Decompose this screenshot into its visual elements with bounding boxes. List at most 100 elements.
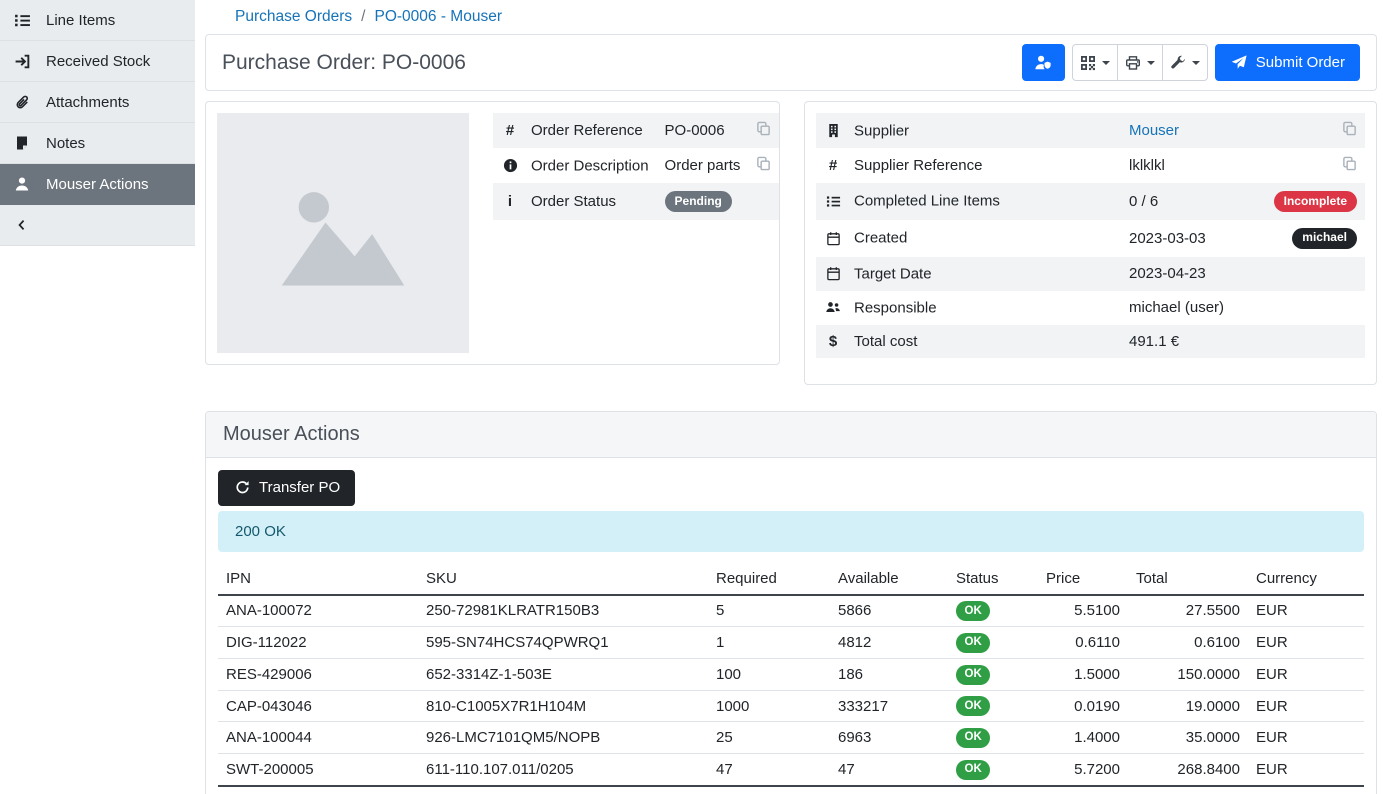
detail-value: 2023-04-23 xyxy=(1121,257,1265,291)
cell-required: 1000 xyxy=(708,690,830,722)
detail-row-total-cost: $Total cost 491.1 € xyxy=(816,325,1365,358)
mouser-actions-panel: Mouser Actions Transfer PO 200 OK IPNSKU… xyxy=(205,411,1377,794)
cell-available: 47 xyxy=(830,754,948,786)
page-title: Purchase Order: PO-0006 xyxy=(222,51,466,75)
page-header: Purchase Order: PO-0006 xyxy=(205,34,1377,91)
cell-currency: EUR xyxy=(1248,595,1364,627)
cell-price: 5.5100 xyxy=(1038,595,1128,627)
footer-total-label: Total xyxy=(218,786,418,794)
part-image-placeholder xyxy=(217,113,469,353)
copy-icon[interactable] xyxy=(756,156,771,171)
line-item-row: ANA-100044926-LMC7101QM5/NOPB256963OK1.4… xyxy=(218,722,1364,754)
info-icon: i xyxy=(501,193,519,210)
status-ok-badge: OK xyxy=(956,696,990,716)
order-details-section: # Order Reference PO-0006 Order Descripti… xyxy=(205,101,1377,385)
print-menu-button[interactable] xyxy=(1117,44,1163,81)
user-shield-button[interactable] xyxy=(1022,44,1065,81)
detail-row-responsible: Responsible michael (user) xyxy=(816,291,1365,325)
cell-price: 1.5000 xyxy=(1038,659,1128,691)
column-header-required: Required xyxy=(708,566,830,595)
breadcrumb-separator: / xyxy=(361,8,365,26)
copy-icon[interactable] xyxy=(1342,121,1357,136)
cell-total: 150.0000 xyxy=(1128,659,1248,691)
order-status-badge: Pending xyxy=(665,191,732,212)
detail-value: PO-0006 xyxy=(657,113,749,148)
detail-label: Supplier Reference xyxy=(854,157,982,174)
hash-icon: # xyxy=(824,157,842,174)
printer-icon xyxy=(1124,54,1142,72)
user-icon xyxy=(13,175,31,193)
cell-sku: 926-LMC7101QM5/NOPB xyxy=(418,722,708,754)
detail-label: Order Reference xyxy=(531,122,643,139)
submit-order-button[interactable]: Submit Order xyxy=(1215,44,1360,81)
cell-currency: EUR xyxy=(1248,659,1364,691)
detail-row-supplier-reference: # Supplier Reference lklklkl xyxy=(816,148,1365,183)
sidebar-item-label: Notes xyxy=(46,135,85,152)
transfer-po-button[interactable]: Transfer PO xyxy=(218,470,355,506)
detail-value: michael (user) xyxy=(1121,291,1265,325)
sidebar-item-label: Attachments xyxy=(46,94,129,111)
detail-label: Supplier xyxy=(854,122,909,139)
footer-total-value: 501.0000 xyxy=(1128,786,1248,794)
calendar-icon xyxy=(824,265,842,283)
detail-label: Order Description xyxy=(531,157,649,174)
line-item-row: CAP-043046810-C1005X7R1H104M1000333217OK… xyxy=(218,690,1364,722)
line-items-table: IPNSKURequiredAvailableStatusPriceTotalC… xyxy=(218,566,1364,794)
cell-status: OK xyxy=(948,690,1038,722)
line-item-row: RES-429006652-3314Z-1-503E100186OK1.5000… xyxy=(218,659,1364,691)
sidebar-collapse-button[interactable] xyxy=(0,205,195,246)
detail-value: lklklkl xyxy=(1121,148,1265,183)
copy-icon[interactable] xyxy=(1342,156,1357,171)
column-header-price: Price xyxy=(1038,566,1128,595)
column-header-total: Total xyxy=(1128,566,1248,595)
sidebar-item-notes[interactable]: Notes xyxy=(0,123,195,164)
detail-row-created: Created 2023-03-03 michael xyxy=(816,220,1365,257)
cell-ipn: SWT-200005 xyxy=(218,754,418,786)
cell-sku: 810-C1005X7R1H104M xyxy=(418,690,708,722)
sidebar-item-label: Received Stock xyxy=(46,53,150,70)
cell-ipn: RES-429006 xyxy=(218,659,418,691)
detail-row-order-status: i Order Status Pending xyxy=(493,183,779,220)
barcode-menu-button[interactable] xyxy=(1072,44,1118,81)
column-header-currency: Currency xyxy=(1248,566,1364,595)
sidebar-item-line-items[interactable]: Line Items xyxy=(0,0,195,41)
panel-title: Mouser Actions xyxy=(223,423,1359,446)
user-shield-icon xyxy=(1034,54,1052,72)
cell-required: 1 xyxy=(708,627,830,659)
detail-row-target-date: Target Date 2023-04-23 xyxy=(816,257,1365,291)
cell-sku: 652-3314Z-1-503E xyxy=(418,659,708,691)
breadcrumb-link-purchase-orders[interactable]: Purchase Orders xyxy=(235,8,352,26)
paperclip-icon xyxy=(13,93,31,111)
image-icon xyxy=(273,173,413,293)
building-icon xyxy=(824,122,842,140)
cell-currency: EUR xyxy=(1248,690,1364,722)
sidebar-item-attachments[interactable]: Attachments xyxy=(0,82,195,123)
status-ok-badge: OK xyxy=(956,665,990,685)
detail-value: 491.1 € xyxy=(1121,325,1265,358)
detail-row-completed-line-items: Completed Line Items 0 / 6 Incomplete xyxy=(816,183,1365,220)
copy-icon[interactable] xyxy=(756,121,771,136)
user-badge: michael xyxy=(1292,228,1357,249)
detail-label: Target Date xyxy=(854,265,932,282)
detail-label: Order Status xyxy=(531,193,616,210)
order-actions-menu-button[interactable] xyxy=(1162,44,1208,81)
breadcrumb-link-current-order[interactable]: PO-0006 - Mouser xyxy=(374,8,502,26)
column-header-available: Available xyxy=(830,566,948,595)
cell-status: OK xyxy=(948,659,1038,691)
cell-available: 4812 xyxy=(830,627,948,659)
header-button-group xyxy=(1072,44,1208,81)
cell-total: 19.0000 xyxy=(1128,690,1248,722)
sidebar-item-received-stock[interactable]: Received Stock xyxy=(0,41,195,82)
sidebar-item-mouser-actions[interactable]: Mouser Actions xyxy=(0,164,195,205)
cell-total: 0.6100 xyxy=(1128,627,1248,659)
line-items-header-row: IPNSKURequiredAvailableStatusPriceTotalC… xyxy=(218,566,1364,595)
cell-available: 5866 xyxy=(830,595,948,627)
supplier-link[interactable]: Mouser xyxy=(1129,122,1179,139)
status-ok-badge: OK xyxy=(956,728,990,748)
detail-row-order-description: Order Description Order parts xyxy=(493,148,779,183)
sidebar: Line Items Received Stock Attachments No… xyxy=(0,0,195,794)
paper-plane-icon xyxy=(1230,54,1248,72)
status-ok-badge: OK xyxy=(956,760,990,780)
cell-required: 5 xyxy=(708,595,830,627)
sidebar-item-label: Line Items xyxy=(46,12,115,29)
